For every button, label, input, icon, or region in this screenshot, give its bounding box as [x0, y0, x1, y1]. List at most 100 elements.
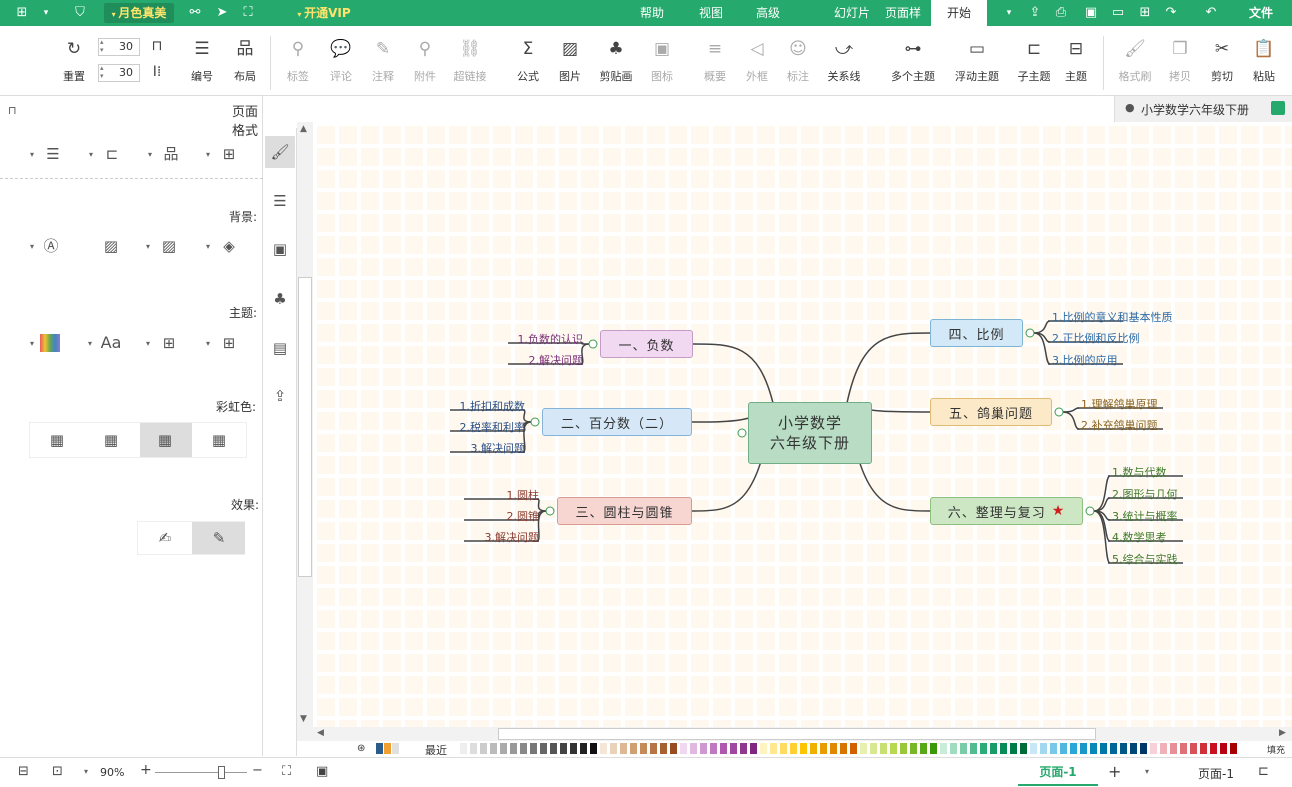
- print-icon[interactable]: ⎙: [1053, 5, 1069, 21]
- tab-slides[interactable]: 幻灯片: [829, 0, 875, 26]
- collapse-toggle[interactable]: [1085, 506, 1095, 516]
- document-tab[interactable]: 小学数学六年级下册 ●: [1114, 96, 1292, 122]
- color-swatch[interactable]: [460, 743, 467, 754]
- color-swatch[interactable]: [610, 743, 617, 754]
- color-swatch[interactable]: [920, 743, 927, 754]
- save-icon[interactable]: ▣: [1083, 5, 1099, 21]
- v-spacing-input[interactable]: 30: [98, 64, 140, 82]
- theme-button[interactable]: ▾ 月色真美: [104, 3, 174, 23]
- tab-help[interactable]: 帮助: [632, 0, 672, 26]
- scroll-up-icon[interactable]: ▲: [300, 124, 307, 134]
- chevron-down-icon[interactable]: ▾: [1001, 5, 1017, 21]
- vertical-scrollbar[interactable]: ▲ ▼: [297, 122, 313, 742]
- text-box-icon[interactable]: Ⓐ: [40, 235, 62, 257]
- float-topic-button[interactable]: ▭ 浮动主题: [952, 34, 1002, 92]
- fill-icon[interactable]: ◈: [218, 235, 240, 257]
- color-swatch[interactable]: [384, 743, 391, 754]
- collapse-toggle[interactable]: [737, 428, 747, 438]
- icon-button[interactable]: ▣ 图标: [640, 34, 684, 92]
- reset-button[interactable]: ↻ 重置: [52, 34, 96, 92]
- hand-drawn-icon[interactable]: ✍: [154, 527, 176, 549]
- theme-layout-icon[interactable]: ⊞: [158, 332, 180, 354]
- collapse-toggle[interactable]: [530, 417, 540, 427]
- chevron-down-icon[interactable]: ▾: [30, 339, 34, 348]
- color-swatch[interactable]: [1100, 743, 1107, 754]
- color-swatch[interactable]: [820, 743, 827, 754]
- subtopic-leaf[interactable]: 1.数与代数: [1112, 464, 1167, 480]
- scroll-thumb[interactable]: [298, 277, 312, 577]
- pin-icon[interactable]: ⊓: [8, 104, 17, 117]
- multi-topic-button[interactable]: ⊶ 多个主题: [888, 34, 938, 92]
- structure-icon[interactable]: ⊞: [218, 143, 240, 165]
- redo-icon[interactable]: ↷: [1163, 5, 1179, 21]
- chevron-down-icon[interactable]: ▾: [148, 150, 152, 159]
- color-swatch[interactable]: [590, 743, 597, 754]
- color-swatch[interactable]: [950, 743, 957, 754]
- outline-icon[interactable]: ☰: [269, 190, 291, 212]
- connector-icon[interactable]: ⊏: [101, 143, 123, 165]
- subtopic-leaf[interactable]: 2.圆锥: [507, 508, 540, 524]
- color-swatch[interactable]: [890, 743, 897, 754]
- collapse-toggle[interactable]: [1054, 407, 1064, 417]
- shirt-icon[interactable]: ⛉: [72, 5, 88, 21]
- icon-panel-icon[interactable]: ▣: [269, 238, 291, 260]
- copy-button[interactable]: ❐ 拷贝: [1158, 34, 1202, 92]
- color-swatch[interactable]: [530, 743, 537, 754]
- collapse-toggle[interactable]: [1025, 328, 1035, 338]
- color-swatch[interactable]: [1130, 743, 1137, 754]
- subtopic-button[interactable]: ⊏ 子主题: [1012, 34, 1056, 92]
- tag-button[interactable]: ⚲ 标签: [276, 34, 320, 92]
- rainbow-option-1[interactable]: ▦: [208, 429, 230, 451]
- format-brush-button[interactable]: 🖌 格式刷: [1113, 34, 1157, 92]
- tab-page-style[interactable]: 页面样式: [880, 0, 926, 46]
- color-swatch[interactable]: [540, 743, 547, 754]
- color-swatch[interactable]: [650, 743, 657, 754]
- subtopic-leaf[interactable]: 2.图形与几何: [1112, 486, 1178, 502]
- topic-node[interactable]: 二、百分数（二）: [542, 408, 692, 436]
- color-swatch[interactable]: [1000, 743, 1007, 754]
- topic-node[interactable]: ★ 六、整理与复习: [930, 497, 1083, 525]
- subtopic-leaf[interactable]: 2.税率和利率: [460, 419, 526, 435]
- color-swatch[interactable]: [1110, 743, 1117, 754]
- undo-icon[interactable]: ↶: [1203, 5, 1219, 21]
- export-icon[interactable]: ⇪: [269, 385, 291, 407]
- paste-button[interactable]: 📋 粘贴: [1242, 34, 1286, 92]
- attachment-button[interactable]: ⚲ 附件: [403, 34, 447, 92]
- scroll-left-icon[interactable]: ◀: [317, 728, 324, 738]
- color-swatch[interactable]: [700, 743, 707, 754]
- color-swatch[interactable]: [740, 743, 747, 754]
- subtopic-leaf[interactable]: 2.正比例和反比例: [1052, 330, 1140, 346]
- color-swatch[interactable]: [960, 743, 967, 754]
- close-icon[interactable]: ●: [1125, 101, 1135, 114]
- chevron-down-icon[interactable]: ▾: [84, 767, 88, 776]
- theme-icon[interactable]: ⊞: [218, 332, 240, 354]
- color-swatch[interactable]: [970, 743, 977, 754]
- collapse-toggle[interactable]: [545, 506, 555, 516]
- color-swatch[interactable]: [1160, 743, 1167, 754]
- spinner-icon[interactable]: ▴ ▾: [100, 38, 104, 54]
- color-theme-icon[interactable]: [40, 334, 60, 352]
- color-swatch[interactable]: [1190, 743, 1197, 754]
- chevron-down-icon[interactable]: ▾: [206, 339, 210, 348]
- collapse-toggle[interactable]: [588, 339, 598, 349]
- chevron-down-icon[interactable]: ▾: [206, 150, 210, 159]
- tab-advanced[interactable]: 高级: [748, 0, 788, 26]
- color-swatch[interactable]: [730, 743, 737, 754]
- color-swatch[interactable]: [600, 743, 607, 754]
- color-swatch[interactable]: [1060, 743, 1067, 754]
- color-swatch[interactable]: [640, 743, 647, 754]
- color-swatch[interactable]: [1030, 743, 1037, 754]
- chevron-down-icon[interactable]: ▾: [146, 339, 150, 348]
- color-swatch[interactable]: [830, 743, 837, 754]
- color-swatch[interactable]: [710, 743, 717, 754]
- color-swatch[interactable]: [720, 743, 727, 754]
- color-swatch[interactable]: [850, 743, 857, 754]
- color-swatch[interactable]: [1010, 743, 1017, 754]
- color-swatch[interactable]: [1210, 743, 1217, 754]
- color-swatch[interactable]: [990, 743, 997, 754]
- rainbow-option-4[interactable]: ▦: [46, 429, 68, 451]
- color-swatch[interactable]: [560, 743, 567, 754]
- zoom-level[interactable]: 90%: [100, 766, 124, 779]
- spinner-icon[interactable]: ▴ ▾: [100, 64, 104, 80]
- chevron-down-icon[interactable]: ▾: [30, 150, 34, 159]
